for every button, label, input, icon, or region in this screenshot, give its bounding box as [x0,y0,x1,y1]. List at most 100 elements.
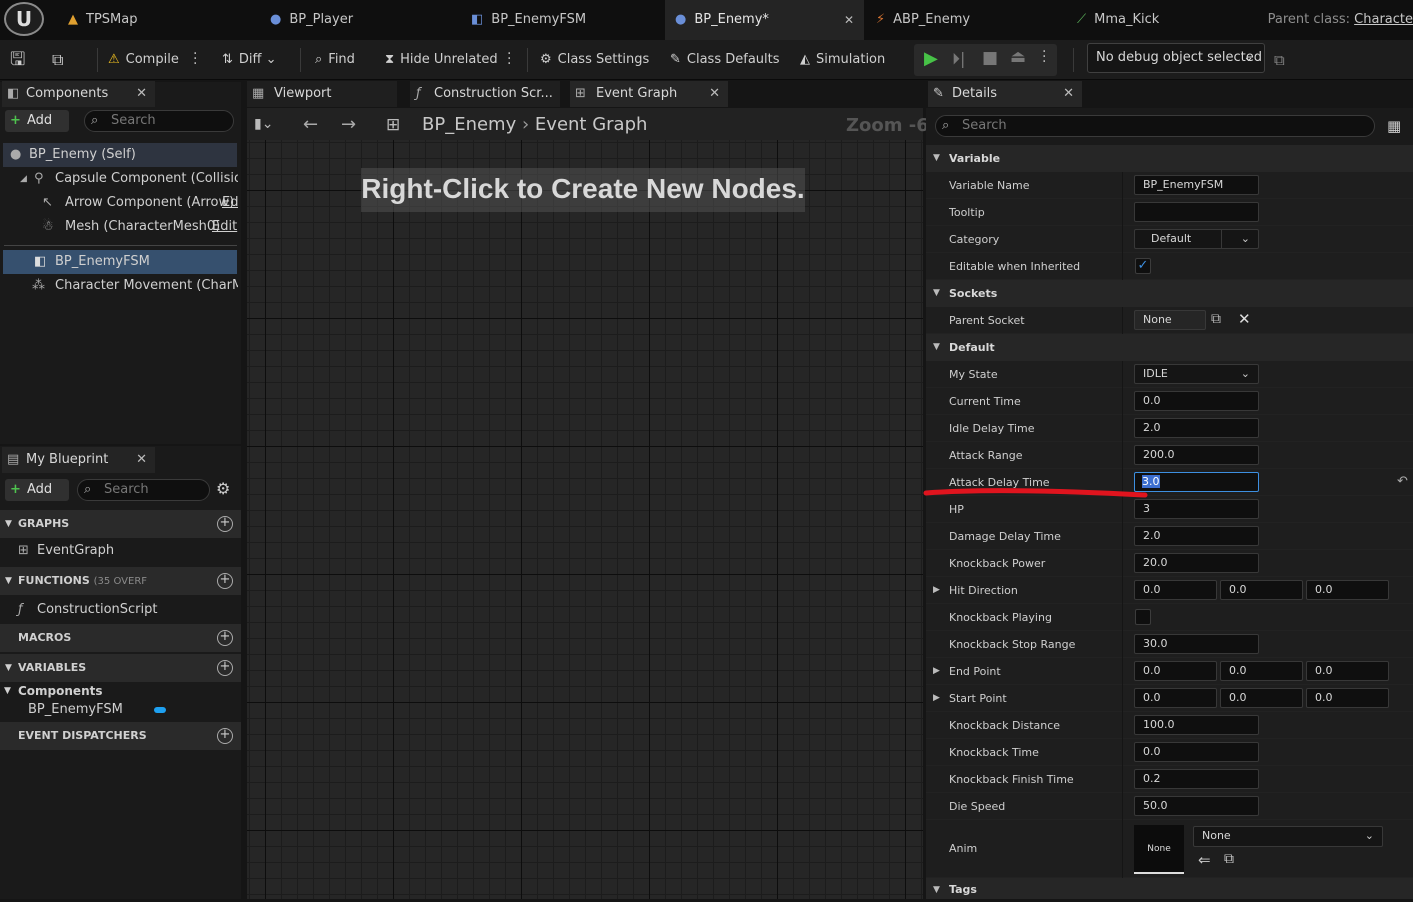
variables-section-header[interactable]: ▼ VARIABLES + [0,654,241,682]
gear-icon[interactable]: ⚙ [216,479,230,498]
bookmark-icon[interactable]: ▮⌄ [254,116,273,132]
details-section-variable[interactable]: ▼ Variable [926,145,1413,172]
tab-bp-player[interactable]: ● BP_Player [270,0,460,40]
anim-asset-combo[interactable]: None ⌄ [1193,826,1383,847]
start-point-z-input[interactable]: 0.0 [1306,688,1389,708]
macros-section-header[interactable]: MACROS + [0,624,241,652]
knockback-stop-range-input[interactable]: 30.0 [1134,634,1259,654]
details-search-input[interactable]: ⌕ Search [935,115,1375,137]
diff-button[interactable]: ⇅ Diff ⌄ [222,40,277,80]
expand-arrow-icon[interactable]: ◢ [20,167,27,191]
tab-construction-script[interactable]: ƒ Construction Scr... [410,81,560,107]
details-section-default[interactable]: ▼ Default [926,334,1413,361]
start-point-y-input[interactable]: 0.0 [1220,688,1303,708]
add-dispatcher-icon[interactable]: + [217,728,233,744]
event-dispatchers-section-header[interactable]: EVENT DISPATCHERS + [0,722,241,750]
my-blueprint-search-input[interactable]: ⌕ Search [77,479,210,501]
close-tab-icon[interactable]: ✕ [844,0,854,40]
browse-socket-icon[interactable]: ⧉ [1211,311,1221,327]
end-point-y-input[interactable]: 0.0 [1220,661,1303,681]
add-component-button[interactable]: + Add [5,110,69,132]
find-button[interactable]: ⌕ Find [315,40,355,80]
browse-icon[interactable]: ⧉ [52,40,78,80]
forward-arrow-icon[interactable]: → [341,114,356,135]
end-point-x-input[interactable]: 0.0 [1134,661,1217,681]
find-options-icon[interactable]: · · · [507,47,511,71]
component-item-capsule[interactable]: ◢ ⚲Capsule Component (CollisionCy [20,167,238,191]
unreal-logo[interactable]: U [4,2,44,36]
reset-to-default-icon[interactable]: ↶ [1397,474,1408,489]
class-defaults-button[interactable]: ✎ Class Defaults [670,40,780,80]
compile-options-icon[interactable]: · · · [193,47,197,71]
details-tab[interactable]: ✎ Details ✕ [928,81,1082,107]
component-item-bp-enemyfsm[interactable]: ◧ BP_EnemyFSM [3,250,237,274]
functions-section-header[interactable]: ▼ FUNCTIONS (35 OVERF + [0,567,241,595]
component-item-mesh[interactable]: ☃ Mesh (CharacterMesh0) Edit [42,215,238,239]
knockback-power-input[interactable]: 20.0 [1134,553,1259,573]
close-panel-icon[interactable]: ✕ [1063,81,1074,107]
attack-delay-time-input[interactable]: 3.0 [1134,472,1259,492]
class-settings-button[interactable]: ⚙ Class Settings [540,40,649,80]
compile-button[interactable]: ⚠ Compile [108,40,179,80]
edit-mesh-link[interactable]: Edit [212,215,237,239]
add-function-icon[interactable]: + [217,573,233,589]
back-arrow-icon[interactable]: ← [303,114,318,135]
clear-icon[interactable]: ✕ [1238,310,1251,328]
tab-viewport[interactable]: ▦ Viewport [247,81,397,107]
tab-abp-enemy[interactable]: ⚡ ABP_Enemy [876,0,1066,40]
start-point-x-input[interactable]: 0.0 [1134,688,1217,708]
my-blueprint-tab[interactable]: ▤ My Blueprint ✕ [2,447,155,473]
knockback-finish-time-input[interactable]: 0.2 [1134,769,1259,789]
browse-asset-icon[interactable]: ⧉ [1224,851,1234,867]
hit-direction-x-input[interactable]: 0.0 [1134,580,1217,600]
step-icon[interactable]: ⏵| [952,49,965,69]
close-panel-icon[interactable]: ✕ [136,81,147,107]
play-icon[interactable]: ▶ [924,48,938,69]
simulation-button[interactable]: ◭ Simulation [800,40,885,80]
hide-unrelated-button[interactable]: ⧗ Hide Unrelated [385,40,498,80]
breadcrumb-root[interactable]: BP_Enemy [422,114,516,135]
editable-when-inherited-checkbox[interactable]: ✓ [1135,258,1151,274]
debug-object-select[interactable]: No debug object selected ⌄ [1087,43,1265,73]
play-options-icon[interactable]: · · · [1042,45,1046,69]
tab-bp-enemyfsm[interactable]: ◧ BP_EnemyFSM [471,0,661,40]
hit-direction-y-input[interactable]: 0.0 [1220,580,1303,600]
tab-mma-kick[interactable]: ⟋ Mma_Kick [1077,0,1267,40]
add-member-button[interactable]: + Add [5,479,69,501]
tab-event-graph[interactable]: ⊞ Event Graph ✕ [570,81,728,107]
knockback-time-input[interactable]: 0.0 [1134,742,1259,762]
idle-delay-time-input[interactable]: 2.0 [1134,418,1259,438]
parent-class-link[interactable]: Characte [1354,12,1413,27]
add-variable-icon[interactable]: + [217,660,233,676]
details-section-tags[interactable]: ▼ Tags [926,878,1413,899]
event-graph-canvas[interactable] [247,140,923,899]
graph-item-eventgraph[interactable]: ⊞ EventGraph [18,538,114,564]
end-point-z-input[interactable]: 0.0 [1306,661,1389,681]
add-graph-icon[interactable]: + [217,516,233,532]
current-time-input[interactable]: 0.0 [1134,391,1259,411]
tab-tpsmap[interactable]: ▲ TPSMap [68,0,258,40]
graphs-section-header[interactable]: ▼ GRAPHS + [0,510,241,538]
tab-bp-enemy[interactable]: ● BP_Enemy* ✕ [665,0,864,40]
component-item-character-movement[interactable]: ⁂Character Movement (CharMove [32,274,238,298]
damage-delay-time-input[interactable]: 2.0 [1134,526,1259,546]
category-combo[interactable]: Default ⌄ [1134,229,1259,249]
hp-input[interactable]: 3 [1134,499,1259,519]
function-item-construction-script[interactable]: ƒ ConstructionScript [18,597,157,623]
variable-name-input[interactable]: BP_EnemyFSM [1134,175,1259,195]
die-speed-input[interactable]: 50.0 [1134,796,1259,816]
close-tab-icon[interactable]: ✕ [709,81,720,107]
expand-arrow-icon[interactable]: ▶ [933,693,940,703]
tooltip-input[interactable] [1134,202,1259,222]
use-selected-asset-icon[interactable]: ⇐ [1198,851,1211,869]
my-state-combo[interactable]: IDLE ⌄ [1134,364,1259,384]
components-search-input[interactable]: ⌕ Search [84,110,234,132]
knockback-distance-input[interactable]: 100.0 [1134,715,1259,735]
save-icon[interactable]: 🖫 [10,40,32,80]
add-macro-icon[interactable]: + [217,630,233,646]
component-item-arrow[interactable]: ↖ Arrow Component (Arrow) Ed [42,191,238,215]
parent-socket-field[interactable]: None [1134,310,1206,330]
breadcrumb-leaf[interactable]: Event Graph [535,114,648,135]
close-panel-icon[interactable]: ✕ [136,447,147,473]
components-tab[interactable]: ◧ Components ✕ [2,81,155,107]
